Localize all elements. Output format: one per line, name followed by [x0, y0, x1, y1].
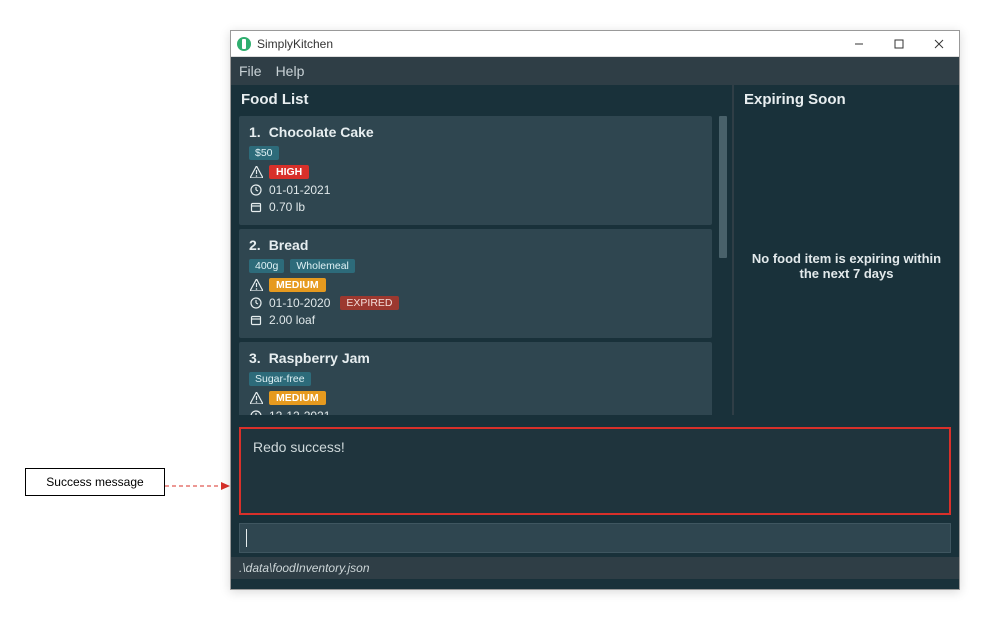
- expired-badge: EXPIRED: [340, 296, 398, 310]
- food-expiry: 12-12-2021: [269, 409, 330, 415]
- food-title: 3. Raspberry Jam: [249, 350, 702, 366]
- annotation-label: Success message: [46, 475, 143, 489]
- food-expiry: 01-01-2021: [269, 183, 330, 197]
- result-display: Redo success!: [239, 427, 951, 515]
- app-icon: [237, 37, 251, 51]
- food-quantity-row: 2.00 loaf: [249, 313, 702, 327]
- food-list-scrollbar[interactable]: [718, 116, 728, 415]
- statusbar: .\data\foodInventory.json: [231, 557, 959, 579]
- food-name: Raspberry Jam: [269, 350, 370, 366]
- food-card[interactable]: 2. Bread 400g Wholemeal MEDIUM 01-10-2020 EXPI…: [239, 229, 712, 338]
- titlebar: SimplyKitchen: [231, 31, 959, 57]
- menu-file[interactable]: File: [239, 63, 262, 79]
- food-expiry-row: 12-12-2021: [249, 409, 702, 415]
- food-tags: Sugar-free: [249, 372, 702, 386]
- priority-badge: HIGH: [269, 165, 309, 179]
- window-controls: [839, 31, 959, 57]
- food-index: 1.: [249, 124, 261, 140]
- food-name: Bread: [269, 237, 309, 253]
- food-quantity-row: 0.70 lb: [249, 200, 702, 214]
- panels: Food List 1. Chocolate Cake $50 HIGH 01-01-2…: [231, 85, 959, 415]
- food-card[interactable]: 1. Chocolate Cake $50 HIGH 01-01-2021 0.70 lb: [239, 116, 712, 225]
- food-title: 1. Chocolate Cake: [249, 124, 702, 140]
- food-quantity: 2.00 loaf: [269, 313, 315, 327]
- warning-icon: [249, 279, 263, 291]
- tag: $50: [249, 146, 279, 160]
- maximize-button[interactable]: [879, 31, 919, 57]
- annotation-arrow: [165, 481, 230, 483]
- expiring-panel: Expiring Soon No food item is expiring w…: [734, 85, 959, 415]
- clock-icon: [249, 297, 263, 309]
- food-priority-row: MEDIUM: [249, 391, 702, 405]
- package-icon: [249, 314, 263, 326]
- food-title: 2. Bread: [249, 237, 702, 253]
- clock-icon: [249, 184, 263, 196]
- food-list-header: Food List: [231, 85, 732, 116]
- text-cursor-icon: [246, 529, 247, 547]
- expiring-header: Expiring Soon: [734, 85, 959, 116]
- warning-icon: [249, 392, 263, 404]
- food-priority-row: HIGH: [249, 165, 702, 179]
- minimize-button[interactable]: [839, 31, 879, 57]
- maximize-icon: [894, 39, 904, 49]
- food-list-panel: Food List 1. Chocolate Cake $50 HIGH 01-01-2…: [231, 85, 734, 415]
- food-quantity: 0.70 lb: [269, 200, 305, 214]
- app-window: SimplyKitchen File Help Food List 1. Choc…: [230, 30, 960, 590]
- close-icon: [934, 39, 944, 49]
- scrollbar-thumb[interactable]: [719, 116, 727, 258]
- food-priority-row: MEDIUM: [249, 278, 702, 292]
- package-icon: [249, 201, 263, 213]
- status-path: .\data\foodInventory.json: [239, 561, 370, 575]
- result-text: Redo success!: [253, 439, 345, 455]
- annotation-callout: Success message: [25, 468, 165, 496]
- warning-icon: [249, 166, 263, 178]
- food-expiry-row: 01-01-2021: [249, 183, 702, 197]
- food-list: 1. Chocolate Cake $50 HIGH 01-01-2021 0.70 lb…: [231, 116, 732, 415]
- command-input[interactable]: [239, 523, 951, 553]
- food-name: Chocolate Cake: [269, 124, 374, 140]
- food-expiry-row: 01-10-2020 EXPIRED: [249, 296, 702, 310]
- food-card[interactable]: 3. Raspberry Jam Sugar-free MEDIUM 12-12-202…: [239, 342, 712, 415]
- content-area: Food List 1. Chocolate Cake $50 HIGH 01-01-2…: [231, 85, 959, 589]
- clock-icon: [249, 410, 263, 415]
- food-index: 2.: [249, 237, 261, 253]
- minimize-icon: [854, 39, 864, 49]
- food-index: 3.: [249, 350, 261, 366]
- food-tags: 400g Wholemeal: [249, 259, 702, 273]
- tag: Wholemeal: [290, 259, 355, 273]
- tag: Sugar-free: [249, 372, 311, 386]
- menu-help[interactable]: Help: [276, 63, 305, 79]
- priority-badge: MEDIUM: [269, 391, 326, 405]
- food-expiry: 01-10-2020: [269, 296, 330, 310]
- menubar: File Help: [231, 57, 959, 85]
- food-tags: $50: [249, 146, 702, 160]
- window-title: SimplyKitchen: [257, 37, 333, 51]
- priority-badge: MEDIUM: [269, 278, 326, 292]
- close-button[interactable]: [919, 31, 959, 57]
- tag: 400g: [249, 259, 284, 273]
- expiring-message: No food item is expiring within the next…: [734, 116, 959, 415]
